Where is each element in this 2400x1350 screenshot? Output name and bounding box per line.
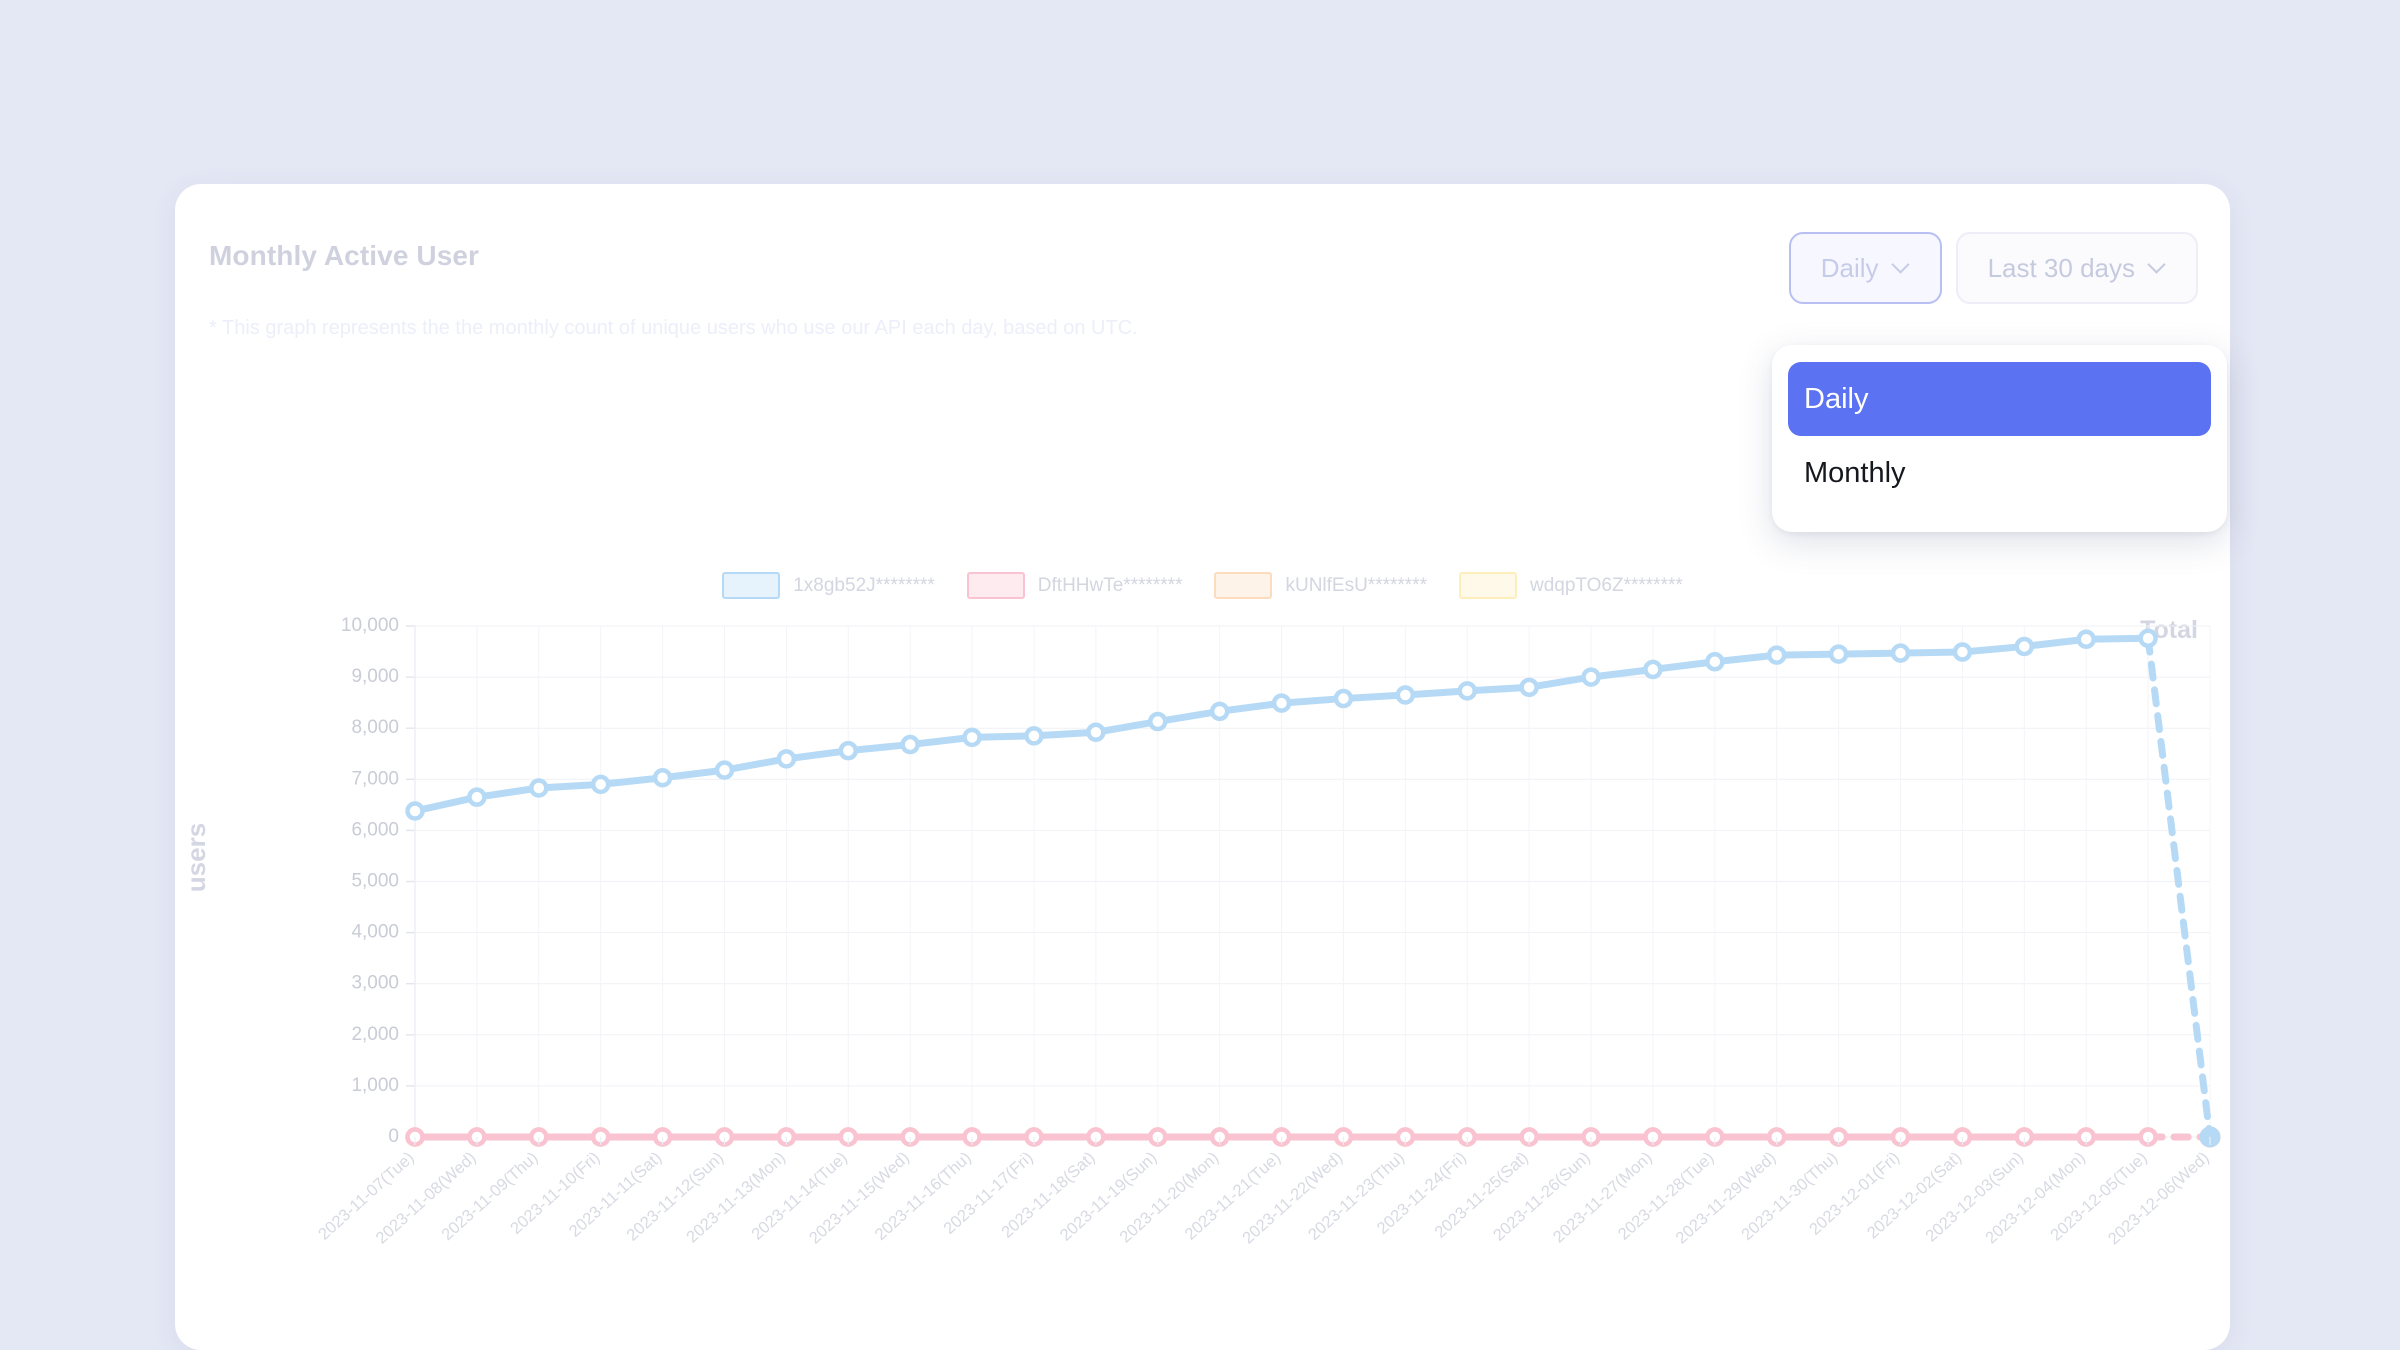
series-point[interactable] <box>2076 629 2096 650</box>
legend-label: DftHHwTe******** <box>1037 574 1183 596</box>
series-point[interactable] <box>714 760 735 780</box>
y-axis-tick-label: 6,000 <box>351 819 399 840</box>
y-axis-tick-label: 0 <box>388 1126 399 1147</box>
series-point[interactable] <box>2138 628 2158 649</box>
legend-swatch-icon <box>966 572 1025 599</box>
y-axis-title: users <box>181 822 212 892</box>
series-point[interactable] <box>652 768 673 788</box>
dropdown-option[interactable]: Monthly <box>1788 436 2211 510</box>
legend-item[interactable]: DftHHwTe******** <box>966 572 1183 599</box>
series-point[interactable] <box>838 740 859 761</box>
y-axis-tick-label: 1,000 <box>351 1075 399 1096</box>
legend-swatch-icon <box>722 572 781 599</box>
page-title: Monthly Active User <box>209 240 480 271</box>
granularity-select[interactable]: Daily <box>1788 232 1942 304</box>
y-axis-tick-label: 9,000 <box>351 666 399 687</box>
series-point[interactable] <box>1643 659 1663 680</box>
series-point[interactable] <box>1086 722 1106 743</box>
dropdown-option[interactable]: Daily <box>1788 362 2211 436</box>
series-point[interactable] <box>1333 688 1354 709</box>
chart-plot-area: users 0 1,000 2,000 3,000 4,000 5,000 6,000 7,0… <box>175 614 2230 1350</box>
granularity-select-value: Daily <box>1820 252 1879 283</box>
series-point[interactable] <box>590 774 611 795</box>
y-axis-tick-label: 2,000 <box>351 1024 399 1045</box>
legend-item[interactable]: 1x8gb52J******** <box>722 572 935 599</box>
page-root: Monthly Active User * This graph represe… <box>0 0 2400 1350</box>
legend-item[interactable]: wdqpTO6Z******** <box>1458 572 1683 599</box>
y-axis-tick-label: 5,000 <box>351 871 399 892</box>
chart-series <box>405 628 2221 1148</box>
y-axis-tick-label: 7,000 <box>351 768 399 789</box>
series-point[interactable] <box>1271 693 1292 713</box>
granularity-dropdown-menu: Daily Monthly <box>1772 345 2227 532</box>
series-point[interactable] <box>1209 701 1230 722</box>
series-point[interactable] <box>1148 711 1168 732</box>
chart-controls: Daily Last 30 days <box>1788 232 2198 304</box>
series-point[interactable] <box>776 749 797 769</box>
y-axis-tick-label: 3,000 <box>351 973 399 994</box>
date-range-select-value: Last 30 days <box>1987 252 2135 283</box>
series-point[interactable] <box>1705 652 1725 672</box>
chart-legend: 1x8gb52J******** DftHHwTe******** kUNlfEsU… <box>175 572 2230 599</box>
y-axis-tick-label: 4,000 <box>351 922 399 943</box>
series-line-projected <box>2144 634 2214 1141</box>
legend-label: kUNlfEsU******** <box>1285 574 1427 596</box>
series-point[interactable] <box>1828 644 1849 664</box>
series-point[interactable] <box>1457 681 1477 701</box>
series-point[interactable] <box>467 787 487 807</box>
legend-item[interactable]: kUNlfEsU******** <box>1214 572 1427 599</box>
y-axis-tick-label: 10,000 <box>341 615 399 636</box>
series-point[interactable] <box>1024 726 1044 746</box>
series-point[interactable] <box>405 801 425 821</box>
series-point[interactable] <box>1890 643 1911 663</box>
line-chart-svg: 0 1,000 2,000 3,000 4,000 5,000 6,000 7,000 8,00… <box>315 615 2221 1248</box>
series-point[interactable] <box>962 727 982 748</box>
chevron-down-icon <box>1893 257 1910 274</box>
legend-swatch-icon <box>1214 572 1273 599</box>
legend-label: 1x8gb52J******** <box>793 574 935 596</box>
date-range-select[interactable]: Last 30 days <box>1955 232 2198 304</box>
series-point[interactable] <box>529 778 549 798</box>
series-point[interactable] <box>2014 636 2035 657</box>
series-point[interactable] <box>1581 667 1601 687</box>
legend-swatch-icon <box>1458 572 1517 599</box>
chart-series <box>405 1126 2221 1148</box>
series-point[interactable] <box>1952 642 1973 662</box>
chevron-down-icon <box>2149 257 2166 274</box>
chart-description: * This graph represents the the monthly … <box>209 317 1138 339</box>
series-point[interactable] <box>1519 677 1539 698</box>
series-point[interactable] <box>1766 645 1787 665</box>
y-axis-tick-label: 8,000 <box>351 717 399 738</box>
series-point[interactable] <box>1395 685 1416 705</box>
series-point[interactable] <box>900 734 920 755</box>
legend-label: wdqpTO6Z******** <box>1529 574 1683 596</box>
